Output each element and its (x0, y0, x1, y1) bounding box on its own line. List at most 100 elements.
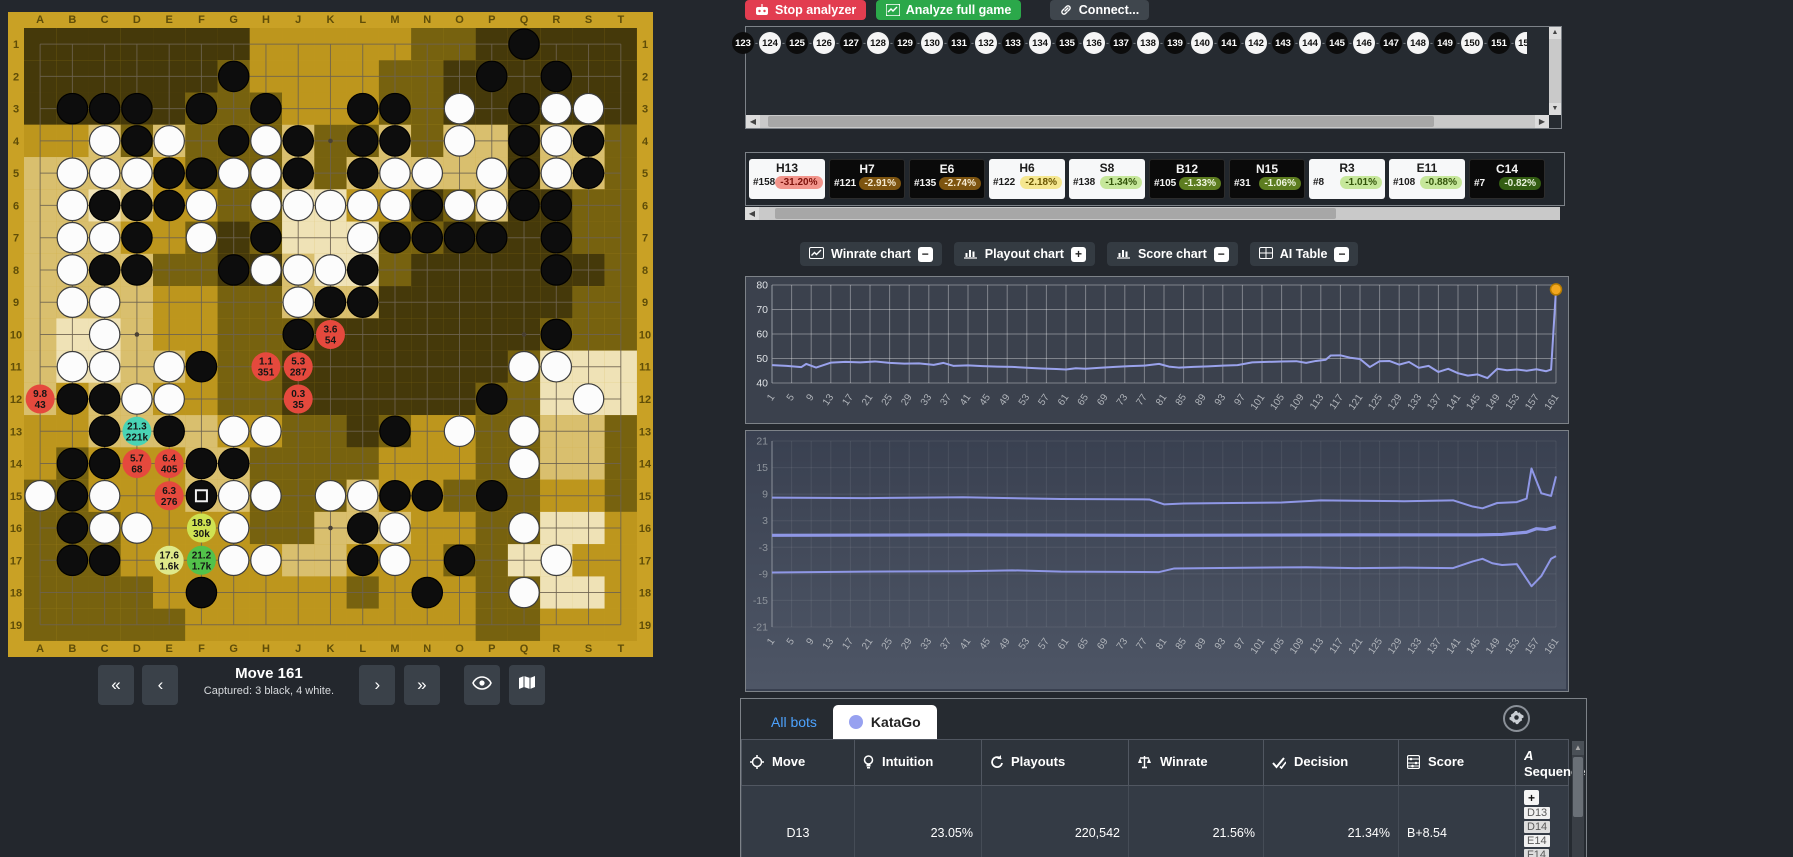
move-strip-hscrollbar[interactable]: ◀ ▶ (746, 115, 1549, 128)
move-strip-stone[interactable]: 129 (894, 32, 916, 54)
scroll-right-icon[interactable]: ▶ (1535, 115, 1549, 128)
move-strip-stone[interactable]: 150 (1461, 32, 1483, 54)
toggle-score-chart[interactable]: Score chart− (1107, 242, 1238, 266)
move-quality-card[interactable]: N15#31-1.06% (1229, 159, 1305, 199)
prev-move-button[interactable]: ‹ (142, 665, 178, 705)
expand-icon[interactable]: + (1071, 247, 1086, 262)
move-strip-stone[interactable]: 142 (1245, 32, 1267, 54)
toggle-ai-table[interactable]: AI Table− (1250, 242, 1359, 266)
move-strip-stone[interactable]: 133 (1002, 32, 1024, 54)
table-settings-button[interactable] (1503, 705, 1530, 732)
toggle-winrate-chart[interactable]: Winrate chart− (800, 242, 942, 266)
move-strip-stone[interactable]: 143 (1272, 32, 1294, 54)
move-quality-card[interactable]: C14#7-0.82% (1469, 159, 1545, 199)
move-strip-stone[interactable]: 134 (1029, 32, 1051, 54)
move-quality-card[interactable]: S8#138-1.34% (1069, 159, 1145, 199)
scroll-left-icon[interactable]: ◀ (746, 115, 760, 128)
table-vscrollbar[interactable]: ▲ (1572, 741, 1584, 857)
toggle-playout-chart[interactable]: Playout chart+ (954, 242, 1095, 266)
move-strip-stone[interactable]: 125 (786, 32, 808, 54)
move-strip-stone[interactable]: 123 (732, 32, 754, 54)
sequence-move-chip[interactable]: D13 (1524, 807, 1550, 819)
next-move-button[interactable]: › (359, 665, 395, 705)
territory-map-button[interactable] (509, 665, 545, 705)
analysis-label[interactable]: 6.3276 (155, 481, 184, 510)
column-header-score[interactable]: Score (1399, 740, 1516, 786)
analysis-label[interactable]: 3.654 (316, 320, 345, 349)
move-strip-stone[interactable]: 141 (1218, 32, 1240, 54)
column-header-sequence[interactable]: ASequence (1516, 740, 1569, 786)
move-strip[interactable]: 123-124-125-126-127-128-129-130-131-132-… (732, 32, 1527, 54)
move-quality-card[interactable]: H13#158-31.20% (749, 159, 825, 199)
analysis-label[interactable]: 5.3287 (284, 352, 313, 381)
move-strip-stone[interactable]: 127 (840, 32, 862, 54)
sequence-move-chip[interactable]: E14 (1524, 835, 1550, 847)
sequence-move-chip[interactable]: D14 (1524, 821, 1550, 833)
move-strip-stone[interactable]: 126 (813, 32, 835, 54)
move-strip-stone[interactable]: 136 (1083, 32, 1105, 54)
stop-analyzer-button[interactable]: Stop analyzer (745, 0, 866, 20)
cards-hscrollbar[interactable]: ◀ (745, 207, 1560, 220)
move-strip-stone[interactable]: 124 (759, 32, 781, 54)
tab-katago[interactable]: KataGo (833, 705, 937, 739)
move-quality-card[interactable]: H7#121-2.91% (829, 159, 905, 199)
move-strip-stone[interactable]: 144 (1299, 32, 1321, 54)
move-quality-card[interactable]: E11#108-0.88% (1389, 159, 1465, 199)
move-strip-vscrollbar[interactable]: ▲ ▼ (1549, 27, 1561, 115)
column-header-winrate[interactable]: Winrate (1129, 740, 1264, 786)
collapse-icon[interactable]: − (1214, 247, 1229, 262)
connect-button[interactable]: Connect... (1050, 0, 1149, 20)
move-strip-stone[interactable]: 139 (1164, 32, 1186, 54)
analysis-label[interactable]: 6.4405 (155, 449, 184, 478)
move-strip-stone[interactable]: 132 (975, 32, 997, 54)
analyze-full-game-button[interactable]: Analyze full game (876, 0, 1022, 20)
go-board[interactable]: AABBCCDDEEFFGGHHJJKKLLMMNNOOPPQQRRSSTT11… (8, 12, 653, 657)
table-row[interactable]: D1323.05%220,54221.56%21.34%B+8.54+D13D1… (742, 786, 1569, 857)
move-strip-stone[interactable]: 147 (1380, 32, 1402, 54)
expand-sequence-button[interactable]: + (1524, 790, 1539, 805)
move-strip-stone[interactable]: 146 (1353, 32, 1375, 54)
column-header-intuition[interactable]: Intuition (855, 740, 982, 786)
move-strip-stone[interactable]: 148 (1407, 32, 1429, 54)
collapse-icon[interactable]: − (1334, 247, 1349, 262)
toggle-analysis-button[interactable] (464, 665, 500, 705)
move-strip-stone[interactable]: 131 (948, 32, 970, 54)
score-chart[interactable]: 1591317212529333741454953576165697377818… (746, 431, 1566, 689)
winrate-chart[interactable]: 1591317212529333741454953576165697377818… (746, 277, 1566, 421)
last-move-button[interactable]: » (404, 665, 440, 705)
move-strip-stone[interactable]: 149 (1434, 32, 1456, 54)
column-header-move[interactable]: Move (742, 740, 855, 786)
move-strip-stone[interactable]: 130 (921, 32, 943, 54)
move-quality-card[interactable]: R3#8-1.01% (1309, 159, 1385, 199)
tab-all-bots[interactable]: All bots (755, 705, 833, 739)
move-strip-stone[interactable]: 145 (1326, 32, 1348, 54)
scroll-up-icon[interactable]: ▲ (1572, 741, 1584, 755)
move-strip-stone[interactable]: 128 (867, 32, 889, 54)
sequence-move-chip[interactable]: F14 (1524, 849, 1549, 857)
analysis-label[interactable]: 21.3221k (122, 417, 151, 446)
column-header-playouts[interactable]: Playouts (982, 740, 1129, 786)
analysis-label[interactable]: 9.843 (26, 384, 55, 413)
move-strip-stone[interactable]: 138 (1137, 32, 1159, 54)
analysis-label[interactable]: 0.335 (284, 384, 313, 413)
move-strip-stone[interactable]: 151 (1488, 32, 1510, 54)
move-strip-stone[interactable]: 140 (1191, 32, 1213, 54)
move-quality-card[interactable]: H6#122-2.18% (989, 159, 1065, 199)
move-quality-card[interactable]: E6#135-2.74% (909, 159, 985, 199)
move-strip-stone[interactable]: 135 (1056, 32, 1078, 54)
analysis-label[interactable]: 1.1351 (251, 352, 280, 381)
collapse-icon[interactable]: − (918, 247, 933, 262)
analysis-label[interactable]: 17.61.6k (155, 546, 184, 575)
scroll-up-icon[interactable]: ▲ (1549, 27, 1561, 39)
analysis-label[interactable]: 18.930k (187, 514, 216, 543)
scroll-left-icon[interactable]: ◀ (745, 207, 759, 220)
move-strip-stone[interactable]: 137 (1110, 32, 1132, 54)
move-quality-card[interactable]: B12#105-1.33% (1149, 159, 1225, 199)
analysis-label[interactable]: 5.768 (122, 449, 151, 478)
analysis-label[interactable]: 21.21.7k (187, 546, 216, 575)
scroll-down-icon[interactable]: ▼ (1549, 103, 1561, 115)
first-move-button[interactable]: « (98, 665, 134, 705)
white-stone (573, 93, 603, 123)
move-strip-stone[interactable]: 152 (1515, 32, 1527, 54)
column-header-decision[interactable]: Decision (1264, 740, 1399, 786)
